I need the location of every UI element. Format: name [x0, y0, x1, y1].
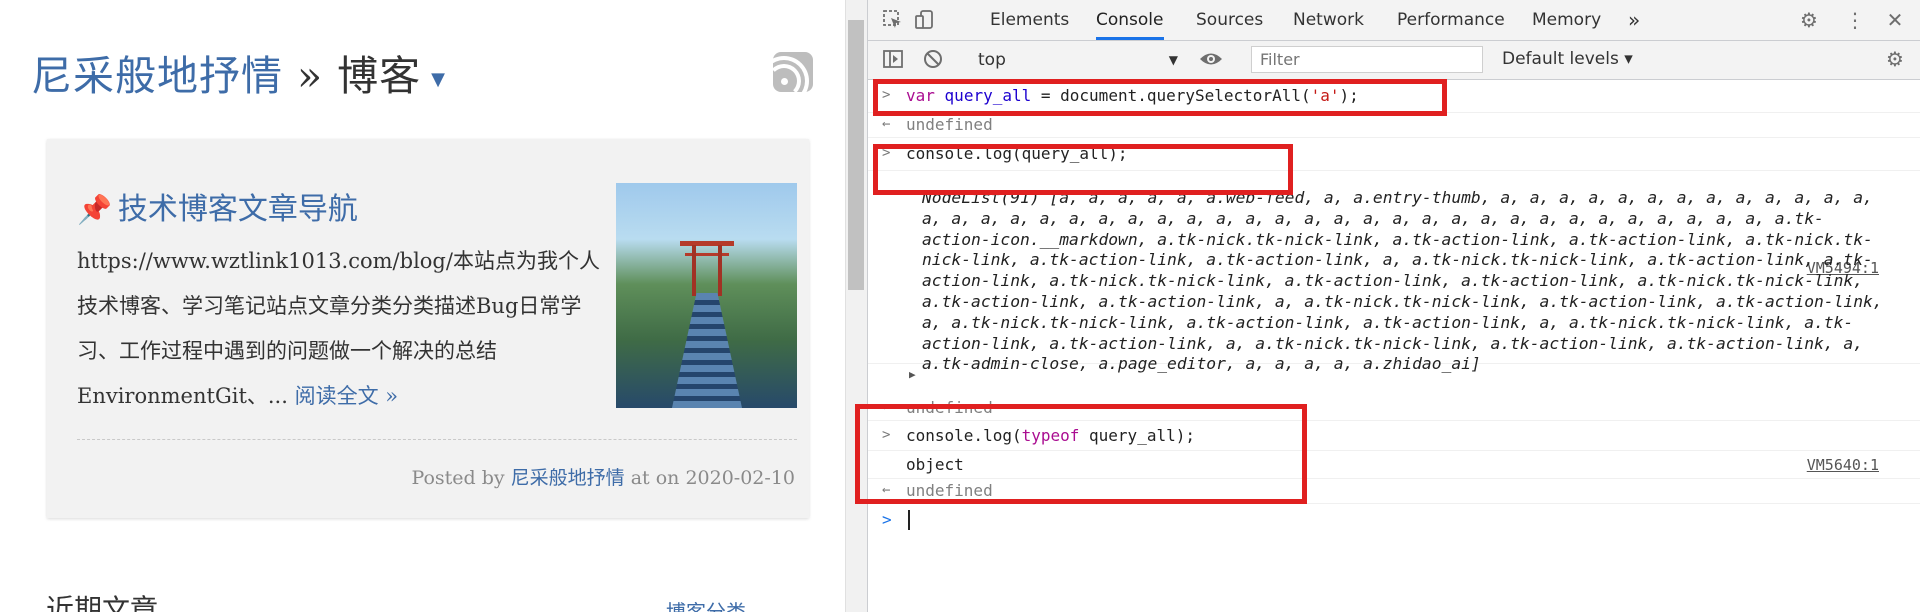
- console-prompt-line[interactable]: >: [868, 504, 1920, 534]
- post-thumbnail[interactable]: [616, 183, 797, 408]
- console-result-1: undefined: [906, 115, 993, 134]
- eye-icon[interactable]: [1199, 48, 1222, 70]
- expand-triangle-icon[interactable]: ▶: [909, 368, 916, 381]
- log-levels-dropdown[interactable]: Default levels ▾: [1502, 49, 1633, 69]
- chevron-down-icon: ▼: [1168, 53, 1178, 67]
- tab-memory[interactable]: Memory: [1532, 0, 1601, 40]
- more-tabs-button[interactable]: »: [1628, 0, 1640, 40]
- clear-console-icon[interactable]: [922, 48, 944, 70]
- title-separator: »: [283, 52, 338, 100]
- context-value: top: [978, 50, 1006, 70]
- meta-prefix: Posted by: [411, 467, 511, 489]
- settings-icon[interactable]: ⚙: [1798, 9, 1820, 31]
- tab-elements[interactable]: Elements: [990, 0, 1069, 40]
- tab-sources[interactable]: Sources: [1196, 0, 1263, 40]
- blog-title: 尼采般地抒情 » 博客 ▼: [31, 42, 446, 102]
- console-settings-icon[interactable]: ⚙: [1884, 48, 1906, 70]
- page-scrollbar-thumb[interactable]: [848, 20, 864, 290]
- post-title-text[interactable]: 技术博客文章导航: [118, 192, 358, 227]
- post-meta: Posted by 尼采般地抒情 at on 2020-02-10: [411, 463, 795, 490]
- tab-performance[interactable]: Performance: [1397, 0, 1505, 40]
- rss-icon[interactable]: [759, 52, 813, 106]
- sidebar-toggle-icon[interactable]: [882, 48, 904, 70]
- pushpin-icon: 📌: [77, 193, 112, 226]
- recent-posts-heading: 近期文章: [46, 593, 159, 612]
- nodelist-output[interactable]: NodeList(91) [a, a, a, a, a, a.web-feed,…: [922, 188, 1892, 375]
- context-selector[interactable]: top ▼: [978, 48, 1178, 72]
- close-icon[interactable]: ✕: [1884, 9, 1906, 31]
- return-arrow-icon: ←: [882, 116, 891, 132]
- post-card: 📌 技术博客文章导航 https://www.wztlink1013.com/bl…: [47, 139, 809, 518]
- console-output[interactable]: > var query_all = document.querySelector…: [855, 79, 1920, 612]
- meta-date: at on 2020-02-10: [624, 467, 795, 489]
- tab-console[interactable]: Console: [1096, 0, 1164, 40]
- chevron-down-icon[interactable]: ▼: [431, 69, 446, 90]
- read-more-link[interactable]: 阅读全文 »: [295, 384, 399, 408]
- post-title[interactable]: 📌 技术博客文章导航: [77, 184, 358, 228]
- section-title: 博客: [337, 52, 422, 100]
- chevron-right-icon: >: [882, 510, 892, 529]
- console-result-line: ← undefined: [868, 113, 1920, 138]
- highlight-box: [855, 404, 1307, 504]
- devtools-panel: Elements Console Sources Network Perform…: [855, 0, 1920, 612]
- inspect-icon[interactable]: [882, 9, 904, 31]
- filter-input[interactable]: [1251, 46, 1483, 73]
- post-excerpt: https://www.wztlink1013.com/blog/本站点为我个人…: [77, 239, 607, 419]
- devtools-tabbar: Elements Console Sources Network Perform…: [868, 0, 1920, 41]
- more-vert-icon[interactable]: ⋮: [1844, 9, 1866, 31]
- blog-page: 尼采般地抒情 » 博客 ▼ 📌 技术博客文章导航 https://www.wztli…: [0, 0, 845, 612]
- author-link[interactable]: 尼采般地抒情: [511, 467, 625, 489]
- console-toolbar: top ▼ Default levels ▾ ⚙: [868, 41, 1920, 80]
- device-toggle-icon[interactable]: [914, 9, 936, 31]
- highlight-box: [873, 144, 1293, 195]
- categories-link[interactable]: 博客分类: [666, 596, 746, 612]
- divider: [77, 439, 797, 440]
- site-title-link[interactable]: 尼采般地抒情: [31, 52, 283, 100]
- source-link[interactable]: VM5640:1: [1807, 456, 1879, 474]
- tab-network[interactable]: Network: [1293, 0, 1364, 40]
- highlight-box: [873, 79, 1447, 116]
- text-cursor: [908, 510, 910, 530]
